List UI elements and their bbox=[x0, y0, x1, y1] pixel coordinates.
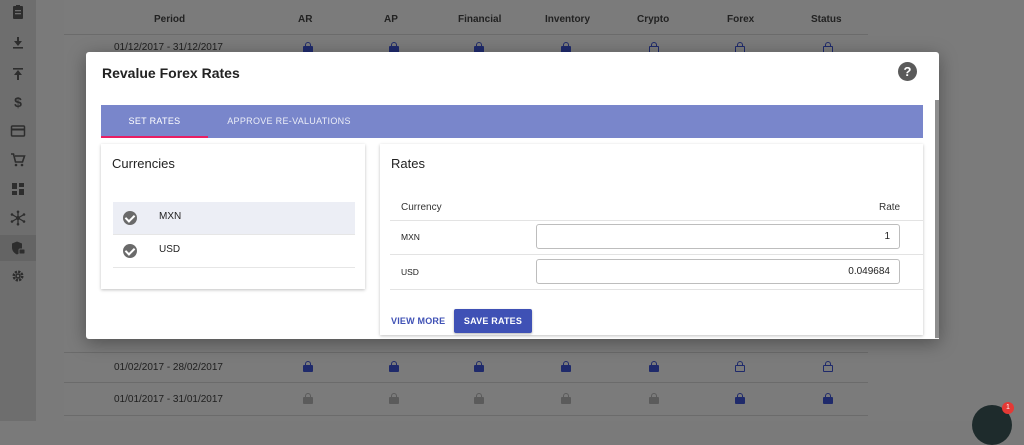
row-divider bbox=[64, 415, 868, 416]
lock-icon-ap[interactable] bbox=[389, 393, 399, 404]
lock-icon-financial[interactable] bbox=[474, 361, 484, 372]
lock-icon-ar[interactable] bbox=[303, 393, 313, 404]
currencies-card: Currencies MXN USD bbox=[101, 144, 365, 289]
period-cell: 01/01/2017 - 31/01/2017 bbox=[114, 394, 223, 405]
column-header-financial: Financial bbox=[458, 14, 502, 25]
lock-icon-crypto[interactable] bbox=[649, 361, 659, 372]
currency-item-mxn[interactable]: MXN bbox=[113, 202, 355, 235]
download-icon[interactable] bbox=[10, 35, 26, 51]
tab-active-indicator bbox=[101, 136, 208, 138]
check-circle-icon bbox=[123, 244, 137, 258]
lock-icon-status[interactable] bbox=[823, 393, 833, 404]
dollar-icon[interactable]: $ bbox=[10, 94, 26, 110]
currency-item-usd[interactable]: USD bbox=[113, 235, 355, 268]
rates-card: Rates Currency Rate MXN 1 USD 0.049684 V… bbox=[380, 144, 923, 335]
column-header-status: Status bbox=[811, 14, 842, 25]
scrollbar-thumb[interactable] bbox=[935, 100, 939, 338]
credit-card-icon[interactable] bbox=[10, 123, 26, 139]
rate-currency-usd: USD bbox=[401, 267, 419, 277]
rate-input-mxn[interactable]: 1 bbox=[536, 224, 900, 249]
lock-shield-icon[interactable] bbox=[10, 240, 26, 256]
chat-notification-badge: 1 bbox=[1002, 402, 1014, 414]
lock-icon-ap[interactable] bbox=[389, 361, 399, 372]
lock-icon-forex[interactable] bbox=[735, 361, 745, 372]
row-divider bbox=[64, 352, 868, 353]
view-more-button[interactable]: VIEW MORE bbox=[391, 316, 445, 326]
revalue-forex-dialog: Revalue Forex Rates ? SET RATES APPROVE … bbox=[86, 52, 939, 339]
tab-set-rates[interactable]: SET RATES bbox=[101, 105, 208, 138]
column-header-period: Period bbox=[154, 14, 186, 25]
check-circle-icon bbox=[123, 211, 137, 225]
column-header-rate: Rate bbox=[879, 202, 901, 213]
currencies-title: Currencies bbox=[112, 156, 175, 171]
column-header-ar: AR bbox=[298, 14, 313, 25]
help-circle-icon[interactable]: ? bbox=[898, 62, 917, 81]
column-header-currency: Currency bbox=[401, 202, 442, 213]
tab-bar: SET RATES APPROVE RE-VALUATIONS bbox=[101, 105, 923, 138]
rate-currency-mxn: MXN bbox=[401, 232, 420, 242]
row-divider bbox=[390, 220, 923, 221]
currency-label: MXN bbox=[159, 211, 182, 222]
row-divider bbox=[390, 254, 923, 255]
upload-icon[interactable] bbox=[10, 66, 26, 82]
dialog-title: Revalue Forex Rates bbox=[102, 65, 240, 81]
lock-icon-inventory[interactable] bbox=[561, 393, 571, 404]
sidebar: $ bbox=[0, 0, 36, 421]
tab-approve-revaluations[interactable]: APPROVE RE-VALUATIONS bbox=[208, 105, 370, 138]
row-divider bbox=[390, 289, 923, 290]
column-header-forex: Forex bbox=[727, 14, 755, 25]
lock-icon-forex[interactable] bbox=[735, 393, 745, 404]
column-header-inventory: Inventory bbox=[545, 14, 591, 25]
dashboard-icon[interactable] bbox=[10, 181, 26, 197]
row-divider bbox=[64, 34, 868, 35]
network-icon[interactable] bbox=[10, 210, 26, 226]
currency-label: USD bbox=[159, 244, 181, 255]
column-header-ap: AP bbox=[384, 14, 398, 25]
save-rates-button[interactable]: SAVE RATES bbox=[454, 309, 532, 333]
lock-icon-crypto[interactable] bbox=[649, 393, 659, 404]
rates-title: Rates bbox=[391, 156, 425, 171]
gear-icon[interactable] bbox=[10, 268, 26, 284]
lock-icon-financial[interactable] bbox=[474, 393, 484, 404]
column-header-crypto: Crypto bbox=[637, 14, 670, 25]
lock-icon-inventory[interactable] bbox=[561, 361, 571, 372]
cart-icon[interactable] bbox=[10, 152, 26, 168]
row-divider bbox=[64, 382, 868, 383]
lock-icon-status[interactable] bbox=[823, 361, 833, 372]
clipboard-icon[interactable] bbox=[10, 4, 26, 20]
lock-icon-ar[interactable] bbox=[303, 361, 313, 372]
rate-input-usd[interactable]: 0.049684 bbox=[536, 259, 900, 284]
period-cell: 01/02/2017 - 28/02/2017 bbox=[114, 362, 223, 373]
